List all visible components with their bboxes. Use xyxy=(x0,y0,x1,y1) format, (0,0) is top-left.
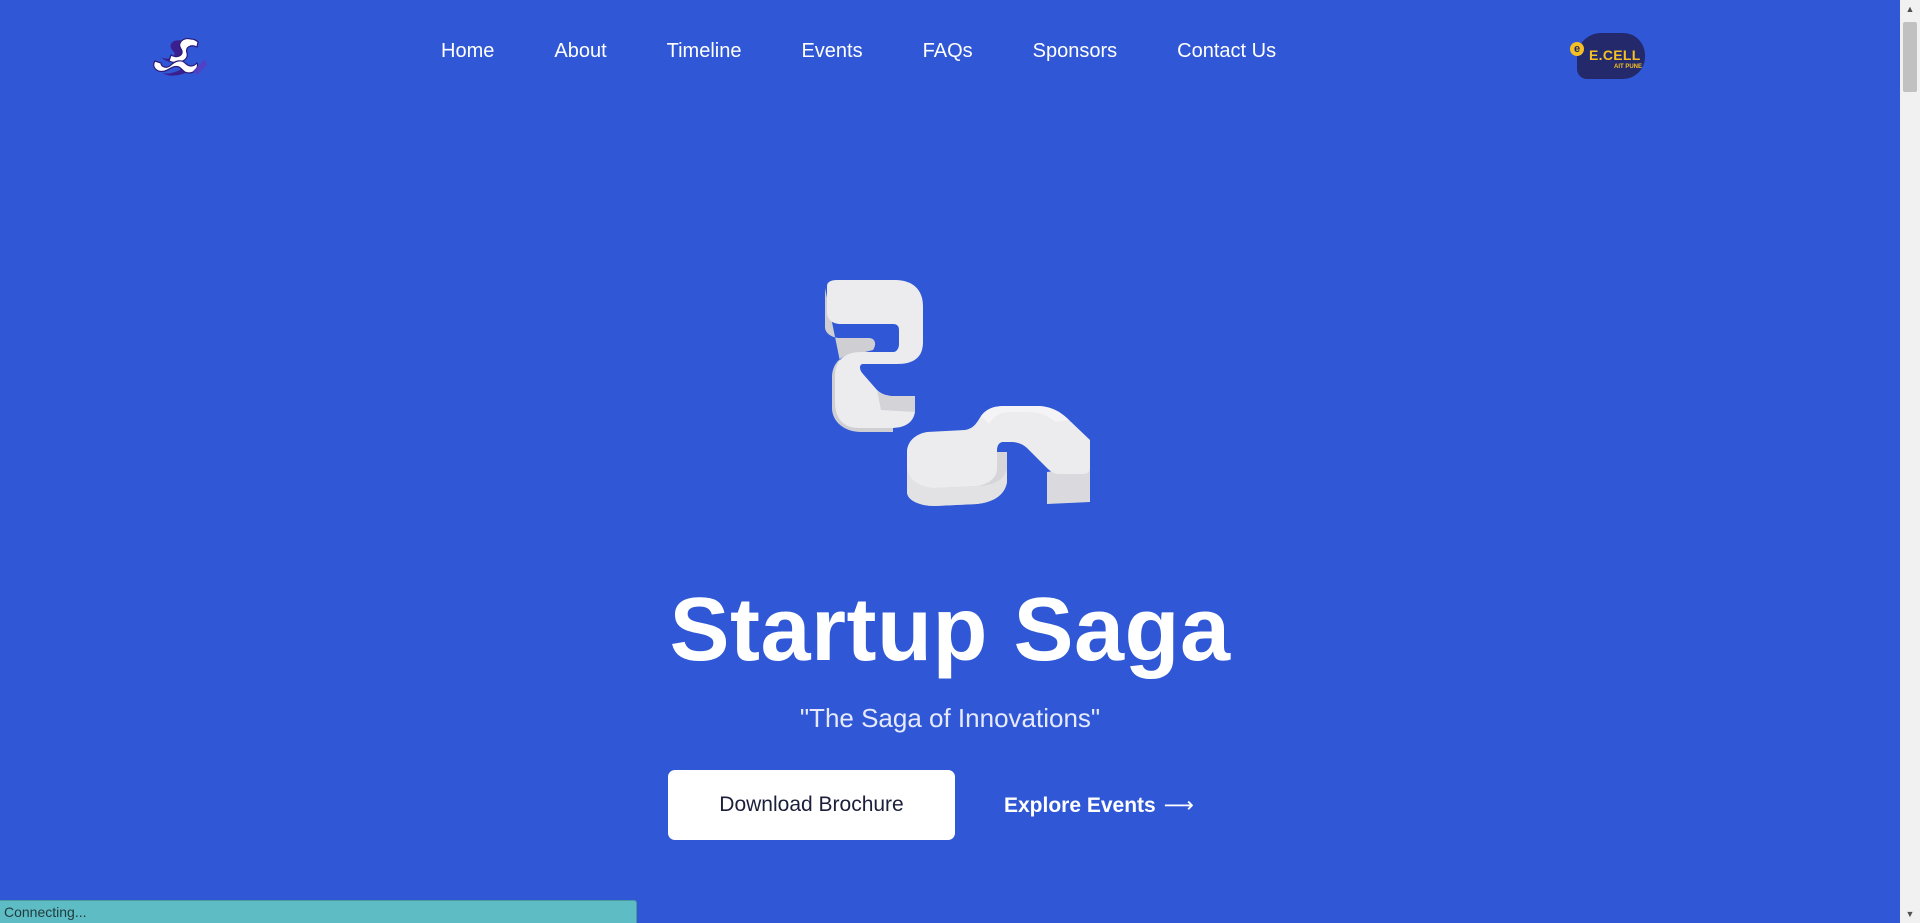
page: Home About Timeline Events FAQs Sponsors… xyxy=(0,0,1900,923)
download-brochure-button[interactable]: Download Brochure xyxy=(668,770,955,840)
hero-tagline: "The Saga of Innovations" xyxy=(799,703,1101,733)
browser-status-bar: Connecting... xyxy=(0,900,637,923)
ecell-logo-icon[interactable]: e E.CELL AIT PUNE xyxy=(1567,33,1647,79)
scroll-down-arrow-icon[interactable]: ▼ xyxy=(1900,905,1920,923)
nav-sponsors-link[interactable]: Sponsors xyxy=(1033,40,1118,63)
nav-events-link[interactable]: Events xyxy=(801,40,862,63)
nav-about-link[interactable]: About xyxy=(554,40,606,63)
bulb-icon: e xyxy=(1570,42,1584,56)
vertical-scrollbar[interactable]: ▲ ▼ xyxy=(1900,0,1920,923)
nav-timeline-link[interactable]: Timeline xyxy=(667,40,742,63)
main-nav: Home About Timeline Events FAQs Sponsors… xyxy=(441,40,1276,63)
ecell-name: E.CELL xyxy=(1589,47,1641,63)
arrow-right-icon: ⟶ xyxy=(1163,794,1194,817)
nav-home-link[interactable]: Home xyxy=(441,40,494,63)
startup-saga-logo-icon[interactable] xyxy=(143,33,213,83)
nav-faqs-link[interactable]: FAQs xyxy=(923,40,973,63)
scroll-up-arrow-icon[interactable]: ▲ xyxy=(1900,0,1920,18)
ecell-subtitle: AIT PUNE xyxy=(1614,64,1643,70)
scrollbar-thumb[interactable] xyxy=(1903,22,1917,92)
hero-title: Startup Saga xyxy=(669,580,1231,680)
explore-events-label: Explore Events xyxy=(1004,794,1156,817)
3d-s-emblem-icon xyxy=(815,272,1095,507)
explore-events-link[interactable]: Explore Events ⟶ xyxy=(1004,793,1194,818)
nav-contact-us-link[interactable]: Contact Us xyxy=(1177,40,1276,63)
